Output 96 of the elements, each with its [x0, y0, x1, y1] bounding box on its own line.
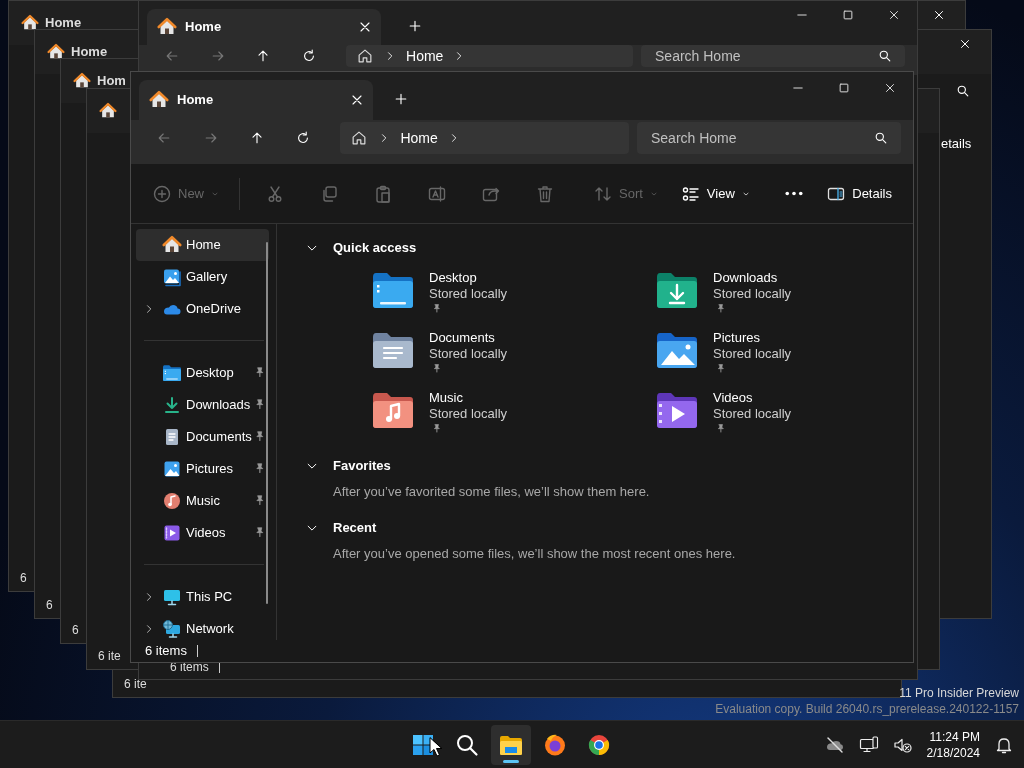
folder-icon [499, 733, 523, 757]
tab[interactable]: Home [139, 80, 373, 120]
status-text: 6 [46, 597, 53, 614]
sidebar-item[interactable]: Network [136, 613, 269, 645]
plus-icon [407, 18, 423, 34]
desktop-folder-icon [162, 364, 182, 382]
downloads-folder-icon [655, 270, 699, 310]
music-folder-icon [371, 390, 415, 430]
music-note-icon [162, 491, 182, 511]
image-icon [162, 267, 182, 287]
browser-icon [543, 733, 567, 757]
clock[interactable]: 11:24 PM 2/18/2024 [926, 729, 980, 761]
address-bar[interactable]: Home [340, 122, 629, 154]
tab[interactable]: Home [45, 13, 82, 33]
mouse-cursor-icon [429, 737, 443, 757]
sidebar-item[interactable]: Documents [136, 421, 269, 453]
folder-tile[interactable]: Pictures Stored locally [649, 326, 933, 386]
sidebar-item[interactable]: Home [136, 229, 269, 261]
status-text: 6 ite [124, 676, 147, 693]
home-icon [149, 90, 169, 110]
pin-icon [431, 303, 443, 315]
search-field[interactable]: Search Home [641, 45, 905, 67]
pin-icon [715, 423, 727, 435]
maximize-icon [837, 81, 851, 95]
trash-icon [535, 183, 555, 204]
desktop-folder-icon [371, 270, 415, 310]
sidebar-item[interactable]: Videos [136, 517, 269, 549]
search-field[interactable]: Search Home [636, 122, 901, 154]
videos-folder-icon [655, 390, 699, 430]
section-header[interactable]: Favorites [305, 452, 391, 480]
status-text: 6 [72, 622, 79, 639]
home-outline-icon [356, 47, 375, 65]
image-icon [162, 459, 182, 479]
home-icon [73, 72, 91, 90]
network-icon[interactable] [858, 735, 879, 755]
search-icon [955, 83, 971, 99]
rename-icon [427, 183, 447, 204]
details-button[interactable]: etails [941, 134, 972, 154]
home-icon [47, 43, 65, 61]
close-icon [887, 8, 901, 22]
clipboard-icon [373, 183, 393, 204]
watermark-text: Evaluation copy. Build 26040.rs_prerelease.240122-1157 [715, 701, 1019, 717]
pin-icon [715, 363, 727, 375]
network-icon [162, 619, 182, 639]
empty-message: After you’ve opened some files, we’ll show the most recent ones here. [333, 544, 737, 563]
pin-icon [431, 423, 443, 435]
sidebar-item[interactable]: This PC [136, 581, 269, 613]
scrollbar[interactable] [266, 242, 268, 604]
browser-icon [587, 733, 611, 757]
folder-tile[interactable]: Downloads Stored locally [649, 266, 933, 326]
home-icon [162, 235, 182, 255]
close-icon [883, 81, 897, 95]
home-icon [21, 14, 39, 32]
search-icon [455, 733, 479, 757]
watermark-text: 11 Pro Insider Preview [898, 685, 1019, 701]
breadcrumb[interactable]: Home [406, 45, 444, 67]
sidebar-item[interactable]: Music [136, 485, 269, 517]
folder-tile[interactable]: Videos Stored locally [649, 386, 933, 446]
documents-folder-icon [371, 330, 415, 370]
tab[interactable]: Home [147, 9, 381, 45]
home-icon [99, 102, 117, 120]
status-text: 6 [20, 570, 27, 587]
monitor-icon [162, 587, 182, 607]
file-explorer-button[interactable] [491, 725, 531, 765]
folder-tile[interactable]: Documents Stored locally [365, 326, 649, 386]
close-icon [932, 8, 946, 22]
pin-icon [431, 363, 443, 375]
cloud-off-icon[interactable] [824, 735, 845, 755]
maximize-icon [841, 8, 855, 22]
status-text: 6 items [145, 645, 198, 657]
status-text: 6 ite [98, 648, 121, 665]
video-icon [162, 523, 182, 543]
home-icon [157, 17, 177, 37]
pictures-folder-icon [655, 330, 699, 370]
plus-circle-icon [152, 183, 172, 204]
breadcrumb[interactable]: Home [400, 127, 438, 149]
download-icon [162, 395, 182, 415]
more-icon [784, 191, 803, 196]
close-icon [958, 37, 972, 51]
search-icon [877, 48, 893, 64]
tab[interactable]: Home [71, 42, 108, 62]
details-button[interactable]: Details [817, 177, 901, 210]
section-header[interactable]: Recent [305, 513, 377, 542]
folder-tile[interactable]: Desktop Stored locally [365, 266, 649, 326]
folder-tile[interactable]: Music Stored locally [365, 386, 649, 446]
bell-icon[interactable] [994, 735, 1014, 755]
home-outline-icon [350, 129, 369, 147]
plus-icon [393, 91, 409, 107]
tab[interactable]: Hom [97, 71, 126, 91]
empty-message: After you’ve favorited some files, we’ll show them here. [333, 483, 651, 501]
pin-icon [715, 303, 727, 315]
sidebar-item[interactable]: Downloads [136, 389, 269, 421]
toolbar-menu-button[interactable]: View [671, 177, 760, 210]
sidebar-item[interactable]: OneDrive [136, 293, 269, 325]
section-header[interactable]: Quick access [305, 234, 417, 262]
address-bar[interactable]: Home [346, 45, 633, 67]
